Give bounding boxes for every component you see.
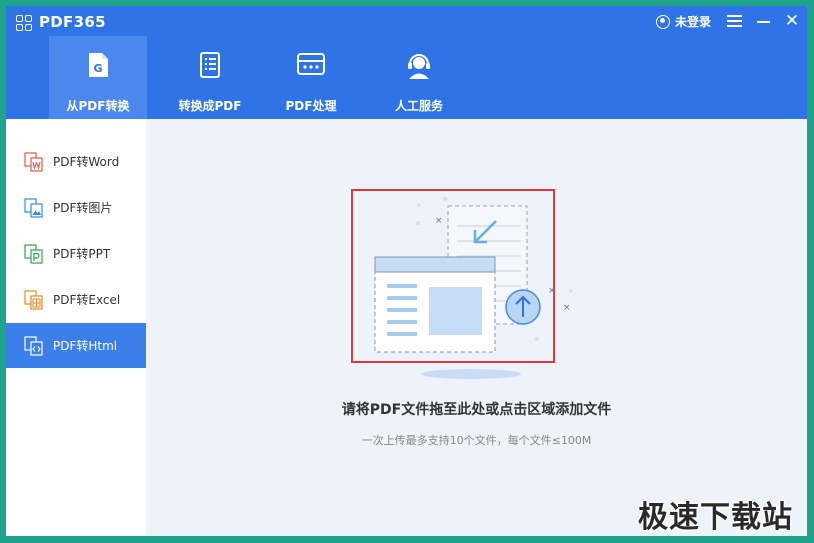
svg-text:G: G bbox=[93, 62, 102, 75]
minimize-button[interactable] bbox=[754, 11, 774, 31]
sidebar-item-label: PDF转图片 bbox=[53, 201, 113, 215]
tab-label: 人工服务 bbox=[394, 99, 443, 113]
pdf-to-excel-icon bbox=[24, 289, 43, 310]
pdf-to-ppt-icon bbox=[24, 243, 43, 264]
close-button[interactable]: ✕ bbox=[782, 11, 802, 31]
sidebar-item-pdf-to-html[interactable]: PDF转Html bbox=[6, 323, 146, 368]
tab-to-pdf[interactable]: 转换成PDF bbox=[161, 36, 259, 119]
sidebar-item-label: PDF转PPT bbox=[53, 247, 111, 261]
top-bar: PDF365 未登录 ✕ G 从PDF转换 转换成PDF PDF处理 人工服务 bbox=[6, 6, 807, 119]
headset-icon bbox=[408, 54, 430, 79]
sidebar-item-label: PDF转Html bbox=[53, 339, 118, 353]
svg-text:×: × bbox=[548, 286, 556, 296]
pdf-to-word-icon bbox=[24, 151, 43, 172]
file-drop-zone[interactable]: × × × bbox=[351, 189, 573, 379]
main-panel: × × × 请将PDF文件拖至此处或点击区域添加文件 一次上传最多支持10个文件… bbox=[146, 119, 807, 536]
tab-from-pdf[interactable]: G 从PDF转换 bbox=[49, 36, 147, 119]
sidebar-item-label: PDF转Excel bbox=[53, 293, 121, 307]
tab-label: 从PDF转换 bbox=[66, 99, 130, 113]
drop-zone-title: 请将PDF文件拖至此处或点击区域添加文件 bbox=[341, 402, 612, 418]
sidebar-item-pdf-to-ppt[interactable]: PDF转PPT bbox=[6, 231, 146, 276]
menu-button[interactable] bbox=[725, 11, 745, 31]
site-watermark: 极速下载站 bbox=[638, 500, 793, 535]
tab-human-service[interactable]: 人工服务 bbox=[374, 36, 464, 119]
pdf-to-image-icon bbox=[24, 197, 43, 218]
toolbox-icon bbox=[297, 53, 325, 75]
doc-list-icon bbox=[200, 52, 220, 78]
login-button[interactable]: 未登录 bbox=[656, 13, 711, 30]
svg-text:×: × bbox=[435, 216, 443, 226]
sidebar: PDF转Word PDF转图片 PDF转PPT PDF转Excel PDF转Ht… bbox=[6, 119, 146, 536]
tab-pdf-process[interactable]: PDF处理 bbox=[266, 36, 356, 119]
login-label: 未登录 bbox=[675, 15, 712, 29]
sidebar-item-pdf-to-image[interactable]: PDF转图片 bbox=[6, 185, 146, 230]
pdf-doc-icon: G bbox=[89, 53, 108, 77]
sidebar-item-pdf-to-word[interactable]: PDF转Word bbox=[6, 139, 146, 184]
app-window: PDF365 未登录 ✕ G 从PDF转换 转换成PDF PDF处理 人工服务 … bbox=[6, 6, 807, 536]
pdf-to-html-icon bbox=[24, 335, 43, 356]
user-icon bbox=[656, 14, 670, 29]
sidebar-item-pdf-to-excel[interactable]: PDF转Excel bbox=[6, 277, 146, 322]
tab-label: PDF处理 bbox=[285, 99, 337, 113]
svg-text:×: × bbox=[563, 303, 571, 313]
sidebar-item-label: PDF转Word bbox=[53, 155, 120, 169]
drop-zone-hint: 一次上传最多支持10个文件，每个文件≤100M bbox=[361, 434, 592, 447]
app-title: PDF365 bbox=[39, 13, 106, 31]
tab-label: 转换成PDF bbox=[178, 99, 242, 113]
app-logo-icon bbox=[16, 15, 32, 31]
upload-illustration: × × × bbox=[374, 196, 573, 379]
